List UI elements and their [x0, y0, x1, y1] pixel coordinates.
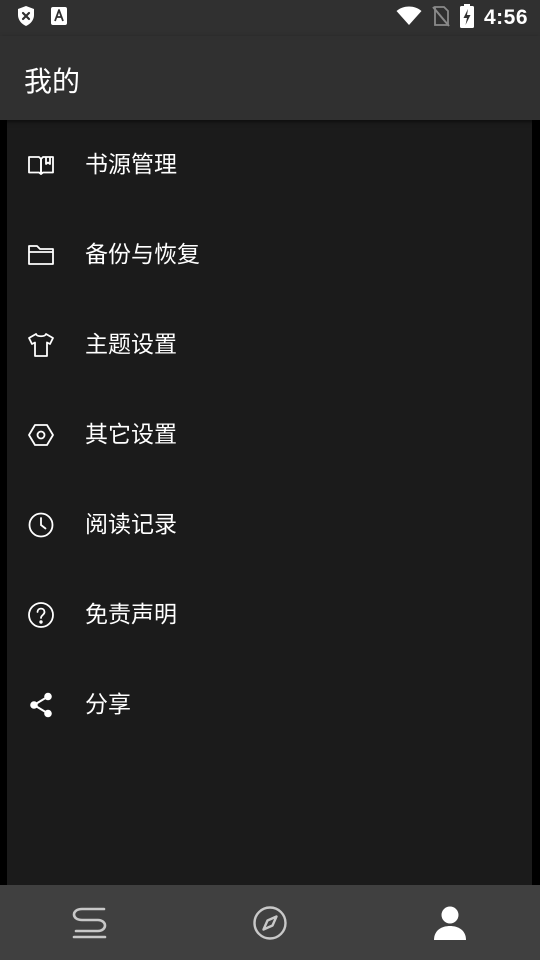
tshirt-icon — [27, 331, 55, 359]
menu-label: 其它设置 — [85, 422, 177, 448]
battery-charging-icon — [459, 4, 474, 32]
folder-icon — [27, 241, 55, 269]
menu-label: 备份与恢复 — [85, 242, 200, 268]
wifi-icon — [396, 6, 422, 30]
page-title: 我的 — [24, 65, 81, 98]
nav-tab-discover[interactable] — [180, 885, 360, 960]
status-left-icons — [16, 6, 68, 30]
content-area: 书源管理 备份与恢复 主题设置 其它设置 阅读记录 免责声明 分享 — [0, 120, 540, 885]
menu-item-other-settings[interactable]: 其它设置 — [7, 390, 532, 480]
menu-label: 分享 — [85, 692, 131, 718]
phone-screen: 4:56 我的 书源管理 备份与恢复 主题设置 其它设置 阅读记录 免责声明 分… — [0, 0, 540, 960]
menu-item-share[interactable]: 分享 — [7, 660, 532, 750]
menu-item-theme-settings[interactable]: 主题设置 — [7, 300, 532, 390]
person-icon — [433, 905, 467, 941]
menu-label: 书源管理 — [85, 152, 177, 178]
nav-tab-mine[interactable] — [360, 885, 540, 960]
menu-label: 免责声明 — [85, 602, 177, 628]
shield-x-icon — [16, 5, 36, 31]
nav-tab-bookshelf[interactable] — [0, 885, 180, 960]
menu-item-disclaimer[interactable]: 免责声明 — [7, 570, 532, 660]
status-time: 4:56 — [483, 6, 528, 29]
menu-item-backup-restore[interactable]: 备份与恢复 — [7, 210, 532, 300]
app-bar: 我的 — [0, 36, 540, 120]
menu-item-reading-history[interactable]: 阅读记录 — [7, 480, 532, 570]
bookshelf-icon — [71, 906, 109, 940]
menu-item-book-source[interactable]: 书源管理 — [7, 120, 532, 210]
help-circle-icon — [27, 601, 55, 629]
status-right-icons: 4:56 — [396, 4, 528, 32]
font-a-icon — [50, 6, 68, 30]
no-sim-icon — [432, 5, 450, 31]
hexagon-settings-icon — [27, 421, 55, 449]
menu-label: 阅读记录 — [85, 512, 177, 538]
compass-icon — [252, 905, 288, 941]
settings-list: 书源管理 备份与恢复 主题设置 其它设置 阅读记录 免责声明 分享 — [7, 120, 532, 885]
share-icon — [27, 691, 55, 719]
clock-icon — [27, 511, 55, 539]
menu-label: 主题设置 — [85, 332, 177, 358]
bottom-navigation — [0, 885, 540, 960]
book-open-icon — [27, 151, 55, 179]
status-bar: 4:56 — [0, 0, 540, 36]
